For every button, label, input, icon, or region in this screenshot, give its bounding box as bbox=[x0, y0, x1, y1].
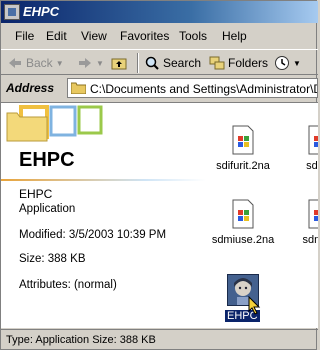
search-label: Search bbox=[163, 56, 202, 70]
folder-content: EHPC EHPC Application Modified: 3/5/2003… bbox=[1, 102, 318, 328]
file-name: sdnam bbox=[302, 234, 318, 246]
history-dropdown-icon: ▼ bbox=[293, 58, 301, 68]
menu-bar: File Edit View Favorites Tools Help bbox=[1, 25, 318, 47]
detail-type: Application bbox=[19, 203, 76, 215]
status-bar: Type: Application Size: 388 KB bbox=[1, 329, 318, 349]
back-button[interactable]: Back ▼ bbox=[7, 53, 64, 73]
menu-tools[interactable]: Tools bbox=[179, 29, 207, 43]
menu-favorites[interactable]: Favorites bbox=[120, 29, 169, 43]
windows-file-icon bbox=[232, 199, 254, 229]
file-name: sdifurit.2na bbox=[216, 160, 270, 172]
address-path: C:\Documents and Settings\Administrator\… bbox=[90, 82, 318, 96]
folder-banner-title: EHPC bbox=[19, 149, 75, 171]
history-icon bbox=[275, 56, 289, 70]
folder-banner-icon bbox=[6, 105, 103, 142]
file-name: sdmiuse.2na bbox=[211, 234, 275, 246]
menu-edit[interactable]: Edit bbox=[46, 29, 67, 43]
file-item[interactable]: sdifurit.2na bbox=[208, 125, 278, 172]
menu-view[interactable]: View bbox=[81, 29, 107, 43]
app-icon bbox=[4, 4, 20, 20]
mouse-cursor-icon bbox=[248, 296, 261, 315]
address-label: Address bbox=[6, 81, 55, 95]
history-button[interactable]: ▼ bbox=[274, 53, 301, 73]
folder-icon bbox=[71, 82, 86, 94]
file-item[interactable]: sdish bbox=[284, 125, 318, 172]
detail-size: Size: 388 KB bbox=[19, 253, 86, 265]
standard-toolbar: Back ▼ ▼ Search Folders ▼ bbox=[1, 49, 318, 75]
windows-file-icon bbox=[308, 125, 318, 155]
folder-banner: EHPC bbox=[1, 103, 206, 178]
banner-divider bbox=[1, 179, 206, 181]
address-field[interactable]: C:\Documents and Settings\Administrator\… bbox=[67, 78, 318, 98]
menu-file[interactable]: File bbox=[15, 29, 34, 43]
back-dropdown-icon: ▼ bbox=[55, 58, 64, 68]
window-title: EHPC bbox=[23, 4, 60, 19]
windows-file-icon bbox=[232, 125, 254, 155]
menu-help[interactable]: Help bbox=[222, 29, 247, 43]
forward-arrow-icon bbox=[79, 58, 91, 68]
up-button[interactable] bbox=[111, 53, 130, 73]
file-name: sdish bbox=[306, 160, 318, 172]
search-button[interactable]: Search bbox=[144, 53, 201, 73]
toolbar-separator bbox=[137, 53, 139, 73]
search-icon bbox=[145, 56, 159, 70]
folders-icon bbox=[209, 56, 225, 70]
file-item[interactable]: sdnam bbox=[284, 199, 318, 246]
explorer-window: EHPC File Edit View Favorites Tools Help… bbox=[0, 0, 318, 350]
address-bar: Address C:\Documents and Settings\Admini… bbox=[1, 76, 318, 100]
forward-dropdown-icon: ▼ bbox=[96, 58, 104, 68]
back-arrow-icon bbox=[9, 58, 21, 68]
folders-button[interactable]: Folders bbox=[209, 53, 268, 73]
detail-modified: Modified: 3/5/2003 10:39 PM bbox=[19, 229, 167, 241]
title-bar[interactable]: EHPC bbox=[1, 1, 318, 23]
status-text: Type: Application Size: 388 KB bbox=[6, 334, 156, 346]
detail-name: EHPC bbox=[19, 187, 53, 201]
folder-up-icon bbox=[111, 58, 127, 70]
back-label: Back bbox=[26, 56, 53, 70]
folders-label: Folders bbox=[228, 56, 269, 70]
windows-file-icon bbox=[308, 199, 318, 229]
forward-button[interactable]: ▼ bbox=[77, 53, 104, 73]
detail-attributes: Attributes: (normal) bbox=[19, 279, 117, 291]
file-item[interactable]: sdmiuse.2na bbox=[208, 199, 278, 246]
